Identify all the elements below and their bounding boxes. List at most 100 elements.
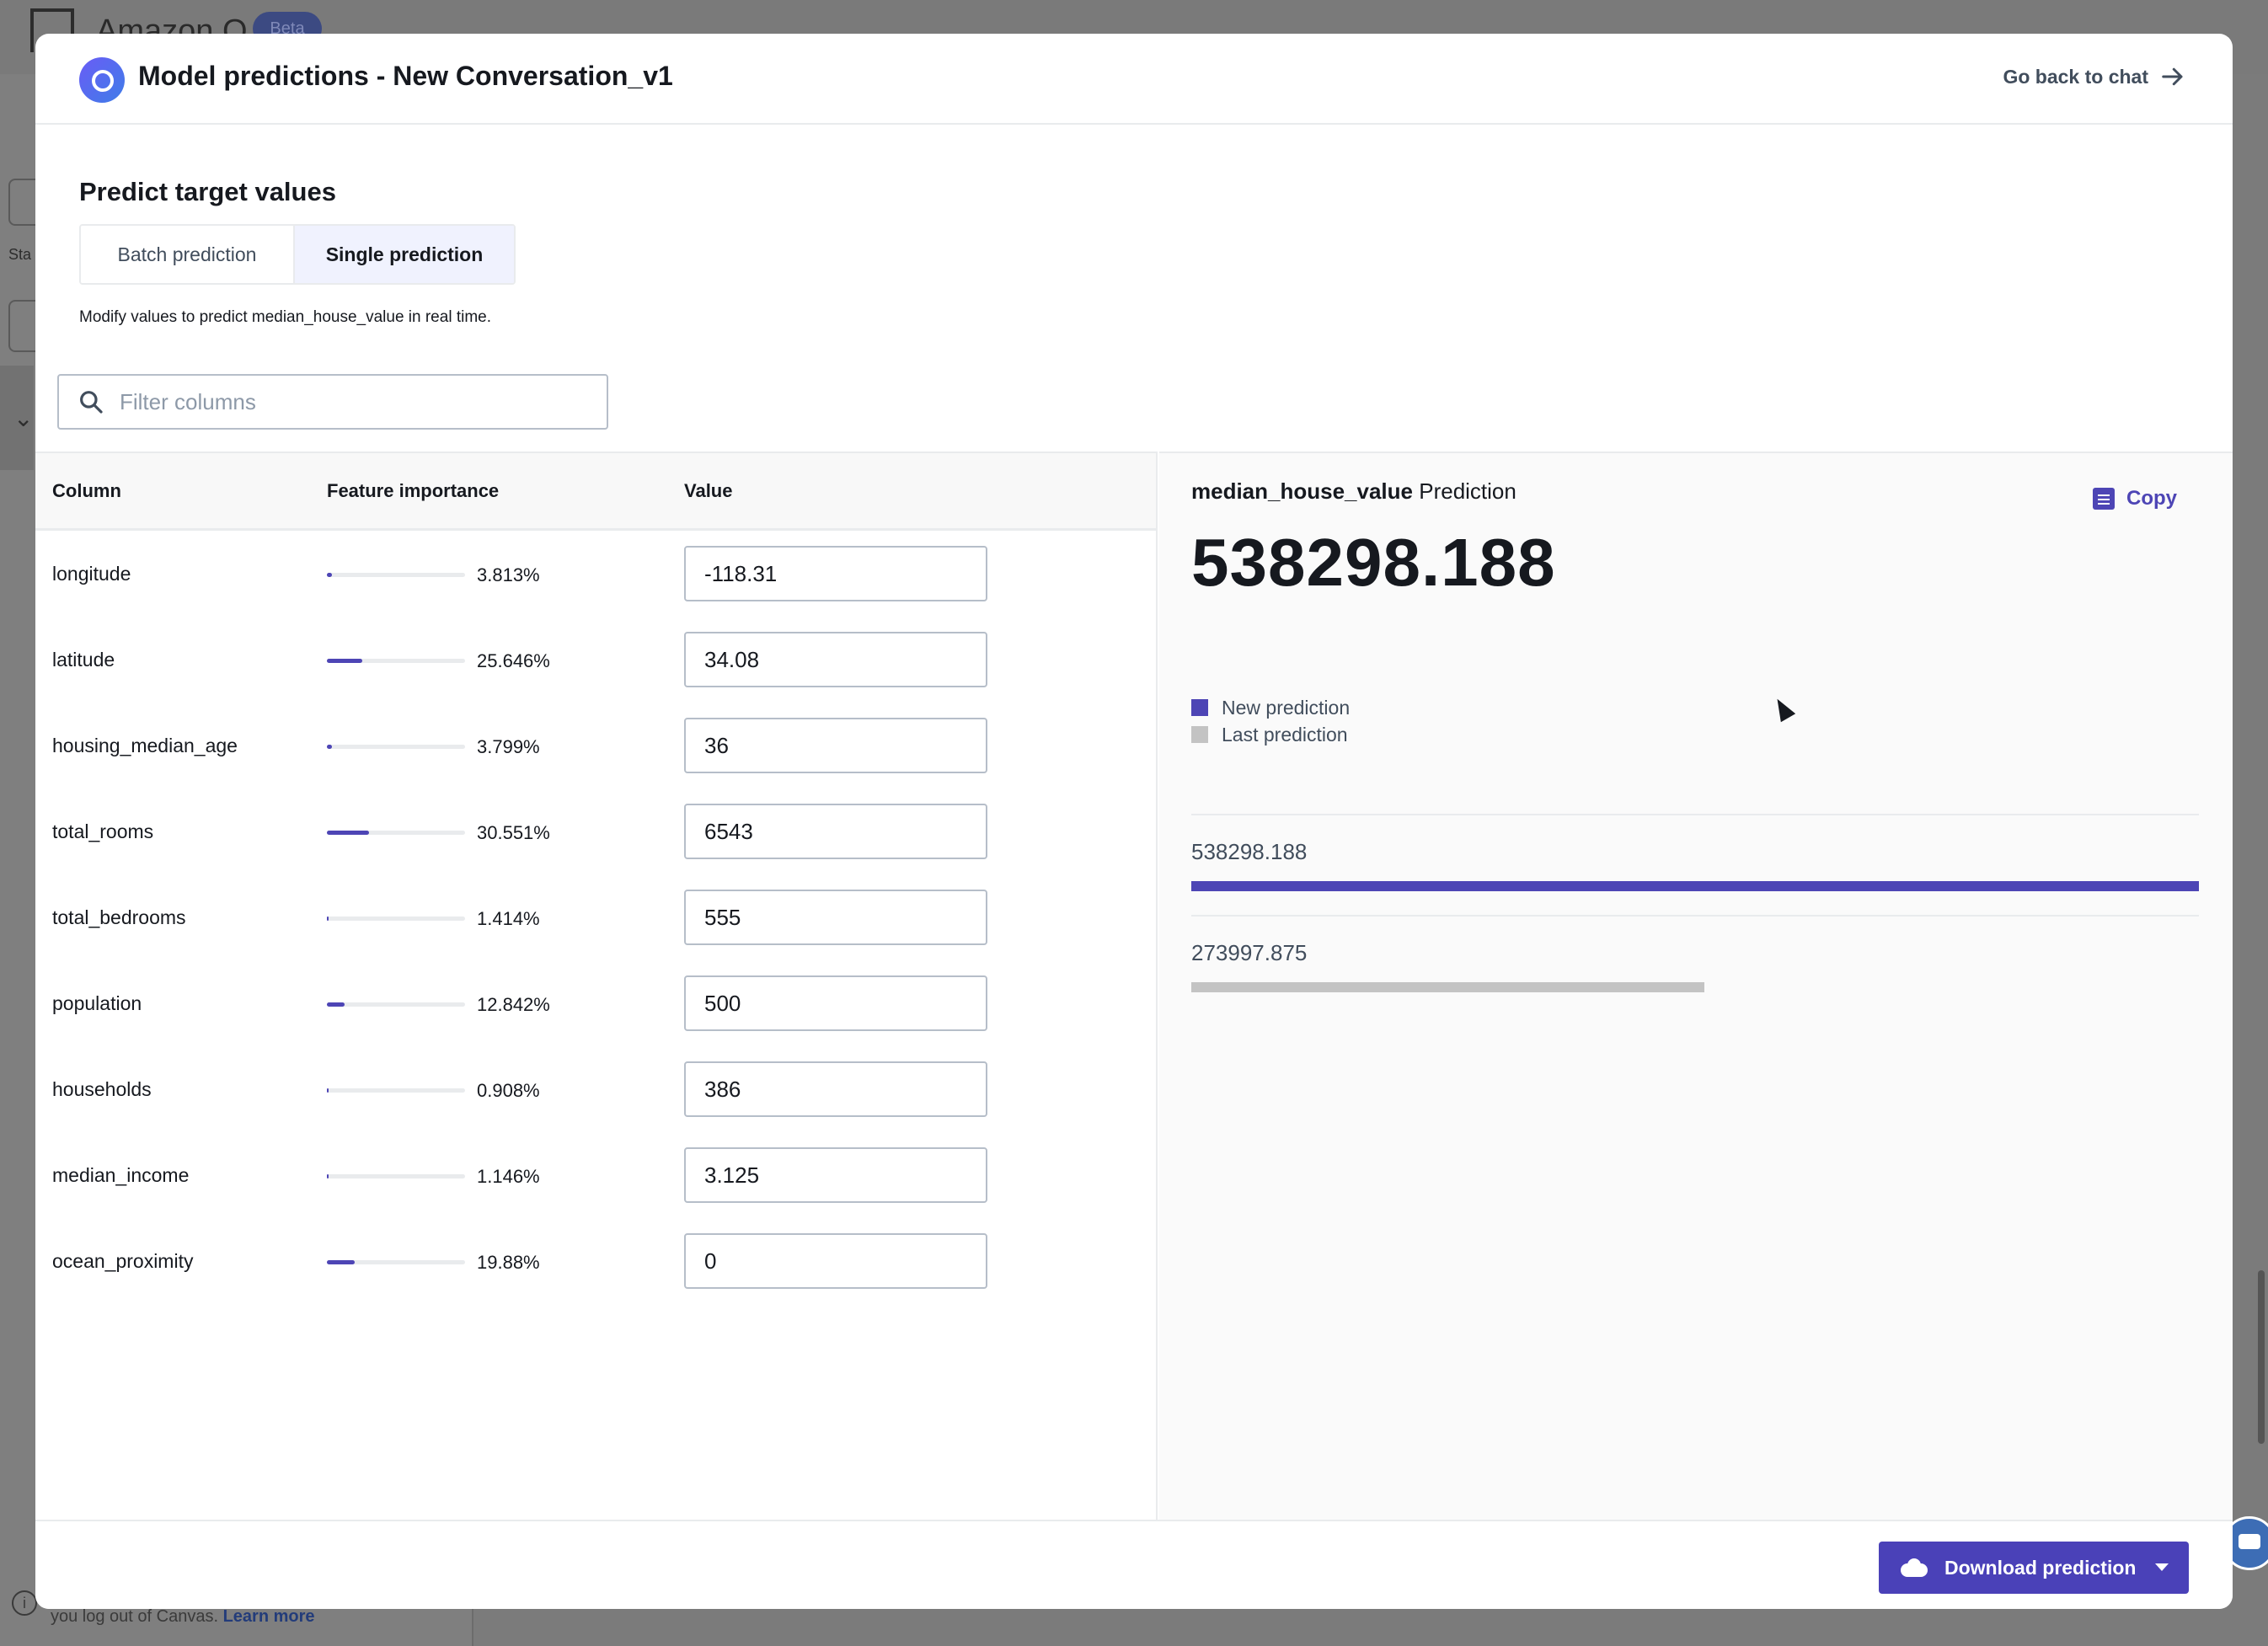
- value-input-housing-median-age[interactable]: [684, 718, 987, 773]
- table-row: median_income 1.146%: [35, 1134, 1156, 1220]
- importance-bar: [327, 831, 465, 835]
- target-name: median_house_value: [1191, 478, 1413, 504]
- learn-more-link[interactable]: Learn more: [223, 1607, 315, 1626]
- new-prediction-bar: [1191, 881, 2199, 891]
- table-header: Column Feature importance Value: [35, 453, 1156, 531]
- prediction-label: median_house_value Prediction: [1191, 478, 1516, 505]
- importance-bar-fill: [327, 659, 362, 663]
- column-name: longitude: [52, 563, 131, 585]
- page-scrollbar[interactable]: [2258, 1270, 2265, 1444]
- importance-bar-fill: [327, 1002, 345, 1007]
- value-input-total-rooms[interactable]: [684, 804, 987, 859]
- value-input-median-income[interactable]: [684, 1147, 987, 1203]
- importance-bar: [327, 745, 465, 749]
- prediction-modal: Model predictions - New Conversation_v1 …: [35, 34, 2233, 1609]
- go-back-label: Go back to chat: [2003, 65, 2148, 88]
- cloud-upload-icon: [1901, 1558, 1928, 1577]
- table-row: households 0.908%: [35, 1048, 1156, 1134]
- feature-table: Column Feature importance Value longitud…: [35, 452, 1158, 1552]
- copy-icon: [2093, 488, 2115, 510]
- filter-columns-input[interactable]: [120, 388, 591, 415]
- footer-text: you log out of Canvas. Learn more: [51, 1607, 315, 1627]
- model-icon: [79, 57, 125, 103]
- table-row: total_rooms 30.551%: [35, 790, 1156, 876]
- legend-label-last: Last prediction: [1222, 723, 1348, 746]
- importance-percent: 19.88%: [477, 1252, 540, 1273]
- tab-batch-prediction[interactable]: Batch prediction: [81, 226, 293, 283]
- copy-label: Copy: [2126, 487, 2177, 510]
- column-name: population: [52, 992, 142, 1014]
- table-row: latitude 25.646%: [35, 618, 1156, 704]
- value-input-households[interactable]: [684, 1061, 987, 1117]
- importance-percent: 25.646%: [477, 650, 550, 671]
- arrow-right-icon: [2162, 67, 2183, 86]
- value-input-population[interactable]: [684, 975, 987, 1031]
- legend-last-prediction: Last prediction: [1191, 721, 1350, 748]
- legend-label-new: New prediction: [1222, 696, 1351, 719]
- download-prediction-button[interactable]: Download prediction: [1879, 1542, 2189, 1594]
- modal-title: Model predictions - New Conversation_v1: [138, 61, 673, 91]
- caret-down-icon[interactable]: [2155, 1563, 2169, 1571]
- value-input-longitude[interactable]: [684, 546, 987, 601]
- value-input-ocean-proximity[interactable]: [684, 1233, 987, 1289]
- importance-bar: [327, 917, 465, 921]
- prediction-legend: New prediction Last prediction: [1191, 694, 1350, 748]
- hint-text: Modify values to predict median_house_va…: [79, 308, 491, 326]
- prediction-panel: median_house_value Prediction Copy 53829…: [1159, 452, 2233, 1520]
- importance-percent: 0.908%: [477, 1080, 540, 1101]
- importance-bar-fill: [327, 573, 332, 577]
- column-name: total_rooms: [52, 820, 154, 842]
- filter-columns-field[interactable]: [57, 374, 608, 430]
- chevron-down-icon: ⌄: [13, 405, 34, 431]
- legend-swatch-last: [1191, 726, 1208, 743]
- importance-percent: 3.799%: [477, 736, 540, 757]
- table-row: population 12.842%: [35, 962, 1156, 1048]
- last-prediction-value-label: 273997.875: [1191, 940, 1308, 965]
- table-row: longitude 3.813%: [35, 532, 1156, 618]
- value-input-total-bedrooms[interactable]: [684, 890, 987, 945]
- search-icon: [80, 391, 103, 414]
- divider: [1191, 814, 2199, 815]
- importance-bar: [327, 1260, 465, 1264]
- importance-bar: [327, 1002, 465, 1007]
- go-back-to-chat-button[interactable]: Go back to chat: [2003, 64, 2185, 89]
- new-prediction-value-label: 538298.188: [1191, 839, 1308, 864]
- copy-button[interactable]: Copy: [2093, 487, 2177, 510]
- table-row: ocean_proximity 19.88%: [35, 1220, 1156, 1306]
- sidebar-label: Sta: [8, 246, 32, 263]
- footer-text-body: you log out of Canvas.: [51, 1607, 219, 1626]
- section-title: Predict target values: [79, 177, 336, 206]
- importance-bar-fill: [327, 745, 332, 749]
- importance-bar-fill: [327, 917, 329, 921]
- modal-footer: Download prediction: [35, 1520, 2233, 1609]
- legend-new-prediction: New prediction: [1191, 694, 1350, 721]
- download-label: Download prediction: [1944, 1556, 2137, 1579]
- last-prediction-bar: [1191, 982, 1704, 992]
- header-column: Column: [52, 480, 121, 501]
- modal-header: Model predictions - New Conversation_v1 …: [35, 34, 2233, 125]
- column-name: ocean_proximity: [52, 1250, 194, 1272]
- value-input-latitude[interactable]: [684, 632, 987, 687]
- importance-percent: 1.146%: [477, 1166, 540, 1187]
- prediction-mode-toggle: Batch prediction Single prediction: [79, 224, 516, 285]
- info-icon: i: [12, 1590, 37, 1616]
- table-row: housing_median_age 3.799%: [35, 704, 1156, 790]
- importance-bar-fill: [327, 1174, 329, 1178]
- importance-bar: [327, 659, 465, 663]
- prediction-suffix: Prediction: [1419, 478, 1516, 504]
- column-name: latitude: [52, 649, 115, 671]
- importance-bar: [327, 573, 465, 577]
- column-name: median_income: [52, 1164, 190, 1186]
- header-value: Value: [684, 480, 733, 501]
- tab-single-prediction[interactable]: Single prediction: [293, 226, 514, 283]
- importance-percent: 30.551%: [477, 822, 550, 843]
- importance-percent: 1.414%: [477, 908, 540, 929]
- importance-bar: [327, 1088, 465, 1093]
- column-name: housing_median_age: [52, 735, 238, 756]
- importance-bar-fill: [327, 831, 369, 835]
- importance-bar: [327, 1174, 465, 1178]
- importance-bar-fill: [327, 1088, 329, 1093]
- legend-swatch-new: [1191, 699, 1208, 716]
- prediction-value: 538298.188: [1191, 525, 1556, 600]
- header-feature-importance: Feature importance: [327, 480, 500, 501]
